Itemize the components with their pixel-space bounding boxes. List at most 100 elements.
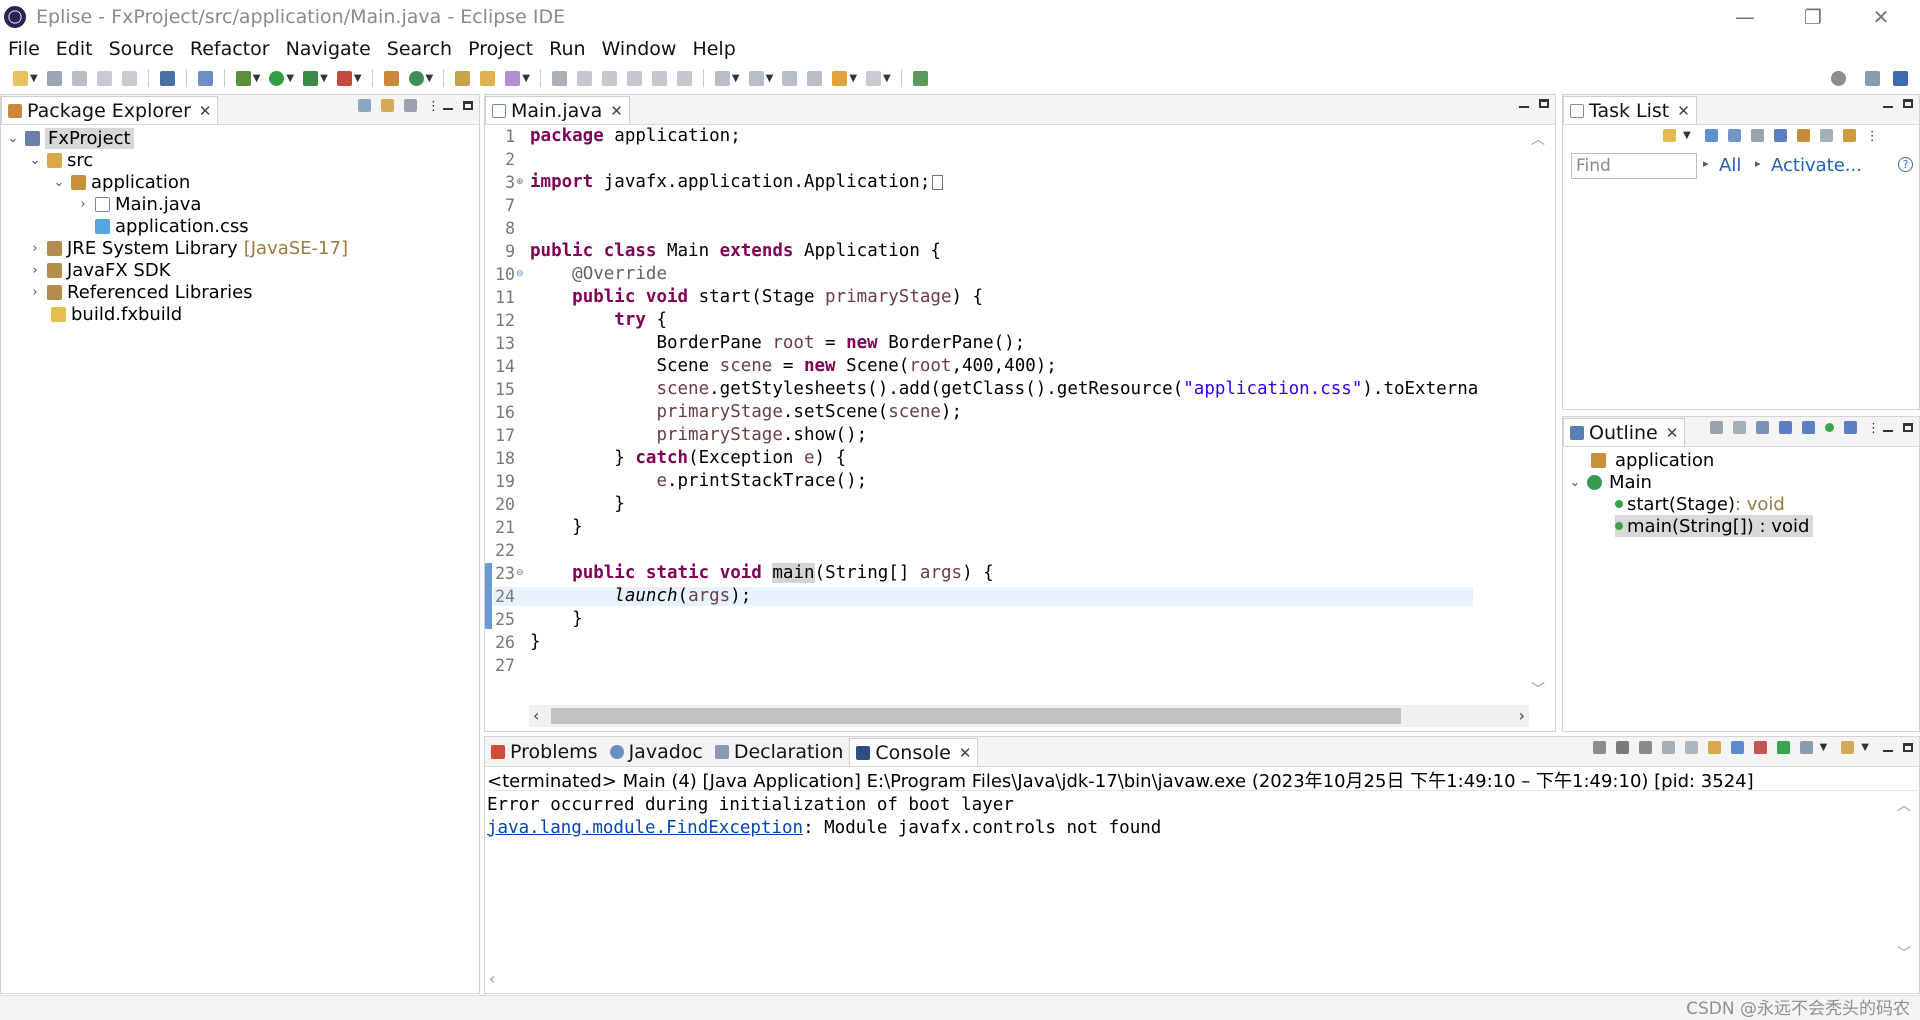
chevron-down-icon[interactable]: ▼ bbox=[426, 73, 434, 84]
focus-icon[interactable] bbox=[1796, 129, 1810, 142]
chevron-down-icon[interactable]: ▼ bbox=[522, 73, 530, 84]
close-icon[interactable]: ✕ bbox=[1677, 102, 1690, 120]
tab-problems[interactable]: Problems bbox=[485, 738, 604, 766]
hide-non-public-icon[interactable] bbox=[1825, 423, 1834, 432]
save-all-icon[interactable] bbox=[71, 70, 87, 86]
menu-help[interactable]: Help bbox=[684, 38, 743, 60]
chevron-right-icon[interactable]: › bbox=[29, 285, 41, 300]
tree-item-jre-library[interactable]: › JRE System Library [JavaSE-17] bbox=[29, 237, 348, 259]
show-whitespace-icon[interactable] bbox=[651, 70, 667, 86]
hide-static-icon[interactable] bbox=[1802, 421, 1815, 434]
minimize-view-icon[interactable] bbox=[1519, 105, 1529, 108]
view-menu-icon[interactable]: ⋮ bbox=[427, 99, 440, 114]
menu-navigate[interactable]: Navigate bbox=[278, 38, 379, 60]
scroll-right-icon[interactable]: › bbox=[1519, 706, 1525, 725]
chevron-down-icon[interactable]: ▼ bbox=[1683, 130, 1691, 141]
external-tools-icon[interactable] bbox=[336, 70, 352, 86]
scroll-left-icon[interactable]: ‹ bbox=[533, 706, 539, 725]
categorized-icon[interactable] bbox=[1704, 129, 1718, 142]
open-console-icon[interactable] bbox=[1841, 741, 1855, 754]
tab-javadoc[interactable]: Javadoc bbox=[604, 738, 709, 766]
forward-icon[interactable] bbox=[866, 70, 882, 86]
close-icon[interactable]: ✕ bbox=[959, 744, 972, 762]
collapse-all-icon[interactable] bbox=[1733, 421, 1746, 434]
scroll-down-icon[interactable]: ﹀ bbox=[1897, 943, 1911, 963]
collapse-all-icon[interactable] bbox=[358, 99, 371, 112]
menu-window[interactable]: Window bbox=[594, 38, 685, 60]
close-icon[interactable]: ✕ bbox=[1666, 424, 1679, 442]
minimize-button[interactable]: — bbox=[1716, 0, 1774, 34]
console-output[interactable]: Error occurred during initialization of … bbox=[487, 795, 1161, 841]
chevron-down-icon[interactable]: ▼ bbox=[1861, 742, 1869, 753]
tree-item-javafx-sdk[interactable]: › JavaFX SDK bbox=[29, 259, 170, 281]
pin-editor-icon[interactable] bbox=[912, 70, 928, 86]
restore-button[interactable]: ❐ bbox=[1784, 0, 1842, 34]
close-window-button[interactable]: ✕ bbox=[1852, 0, 1910, 34]
sort-icon[interactable] bbox=[1756, 421, 1769, 434]
menu-search[interactable]: Search bbox=[379, 38, 460, 60]
open-type-icon[interactable] bbox=[455, 70, 471, 86]
tab-console[interactable]: Console ✕ bbox=[849, 738, 979, 766]
minimize-view-icon[interactable] bbox=[1883, 105, 1893, 108]
close-icon[interactable]: ✕ bbox=[199, 102, 212, 120]
tree-item-fxproject[interactable]: ⌄ FxProject bbox=[7, 127, 134, 149]
hide-fields-icon[interactable] bbox=[1779, 421, 1792, 434]
scroll-down-icon[interactable]: ﹀ bbox=[1531, 679, 1545, 699]
chevron-down-icon[interactable]: ▼ bbox=[1820, 742, 1828, 753]
fold-collapse-icon[interactable]: ⊖ bbox=[516, 568, 524, 578]
scheduled-icon[interactable] bbox=[1727, 129, 1741, 142]
exception-link[interactable]: java.lang.module.FindException bbox=[487, 818, 803, 838]
tab-outline[interactable]: Outline ✕ bbox=[1563, 418, 1686, 446]
view-menu-icon[interactable]: ⋮ bbox=[1867, 421, 1880, 436]
chevron-down-icon[interactable]: ▼ bbox=[253, 73, 261, 84]
save-icon[interactable] bbox=[46, 70, 62, 86]
word-wrap-icon[interactable] bbox=[1707, 741, 1721, 754]
coverage-icon[interactable] bbox=[303, 70, 319, 86]
word-wrap-icon[interactable] bbox=[626, 70, 642, 86]
chevron-down-icon[interactable]: ⌄ bbox=[29, 153, 41, 168]
open-folder-icon[interactable] bbox=[480, 70, 496, 86]
java-perspective-icon[interactable] bbox=[1893, 70, 1908, 86]
outline-item-package[interactable]: application bbox=[1591, 449, 1714, 471]
maximize-view-icon[interactable] bbox=[463, 101, 473, 110]
chevron-down-icon[interactable]: ⌄ bbox=[7, 131, 19, 146]
chevron-down-icon[interactable]: ▼ bbox=[883, 73, 891, 84]
chevron-down-icon[interactable]: ▼ bbox=[732, 73, 740, 84]
hide-local-types-icon[interactable] bbox=[1844, 421, 1857, 434]
terminate-icon[interactable] bbox=[1592, 741, 1606, 754]
hide-completed-icon[interactable] bbox=[1773, 129, 1787, 142]
search-icon[interactable] bbox=[1831, 70, 1846, 86]
maximize-view-icon[interactable] bbox=[1903, 743, 1913, 752]
minimize-view-icon[interactable] bbox=[1883, 429, 1893, 432]
chevron-right-icon[interactable]: › bbox=[29, 263, 41, 278]
tab-main-java[interactable]: Main.java ✕ bbox=[485, 96, 630, 124]
scrollbar-thumb[interactable] bbox=[551, 708, 1401, 724]
chevron-down-icon[interactable]: ▼ bbox=[354, 73, 362, 84]
chevron-right-icon[interactable]: › bbox=[29, 241, 41, 256]
menu-file[interactable]: File bbox=[0, 38, 48, 60]
synchronize-icon[interactable] bbox=[1842, 129, 1856, 142]
chevron-down-icon[interactable]: ▼ bbox=[30, 73, 38, 84]
find-input[interactable]: Find bbox=[1571, 153, 1697, 179]
tree-item-application[interactable]: ⌄ application bbox=[53, 171, 191, 193]
forward-edit-icon[interactable] bbox=[807, 70, 823, 86]
show-stdout-icon[interactable] bbox=[1730, 741, 1744, 754]
remove-all-terminated-icon[interactable] bbox=[1638, 741, 1652, 754]
collapse-all-icon[interactable] bbox=[1819, 129, 1833, 142]
pin-console-icon[interactable] bbox=[1776, 741, 1790, 754]
scroll-up-icon[interactable]: ︿ bbox=[1531, 129, 1545, 149]
debug-icon[interactable] bbox=[235, 70, 251, 86]
chevron-down-icon[interactable]: ▼ bbox=[286, 73, 294, 84]
back-icon[interactable] bbox=[832, 70, 848, 86]
annotation-icon[interactable] bbox=[551, 70, 567, 86]
all-link[interactable]: All bbox=[1719, 155, 1741, 176]
scroll-up-icon[interactable]: ︿ bbox=[1897, 795, 1911, 815]
chevron-down-icon[interactable]: ▼ bbox=[320, 73, 328, 84]
chevron-down-icon[interactable]: ⌄ bbox=[53, 175, 65, 190]
chevron-down-icon[interactable]: ▼ bbox=[849, 73, 857, 84]
maximize-view-icon[interactable] bbox=[1903, 99, 1913, 108]
redo-icon[interactable] bbox=[121, 70, 137, 86]
menu-source[interactable]: Source bbox=[101, 38, 182, 60]
horizontal-scrollbar[interactable]: ‹ › bbox=[529, 705, 1529, 727]
menu-project[interactable]: Project bbox=[460, 38, 541, 60]
